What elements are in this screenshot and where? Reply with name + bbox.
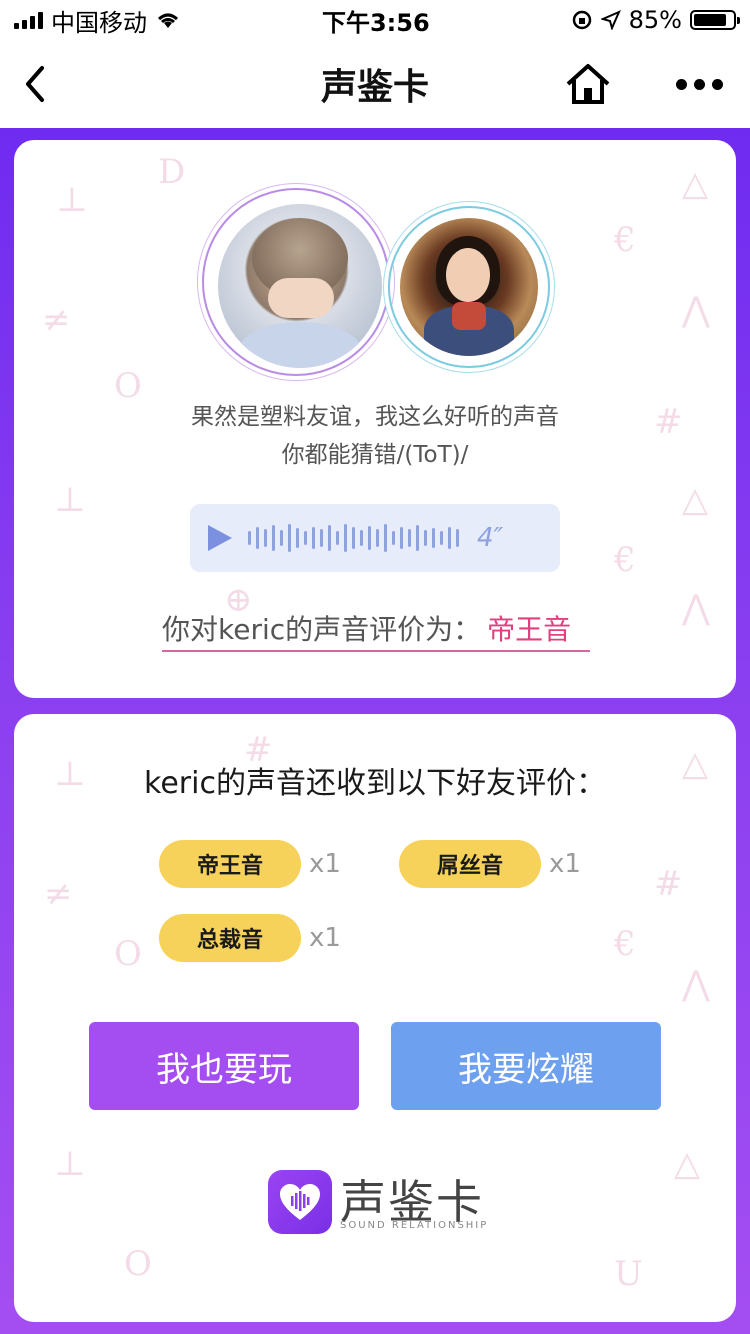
status-bar: 中国移动 下午3:56 85% [0,0,750,40]
tag-count: x1 [549,849,581,879]
tag-count: x1 [309,923,341,953]
tag-count: x1 [309,849,341,879]
evaluation-result: 帝王音 [487,613,572,646]
watermark-glyph: € [614,220,636,260]
watermark-glyph: ⋀ [682,964,710,1004]
more-icon[interactable] [676,72,726,96]
watermark-glyph: D [158,152,186,192]
watermark-glyph: ⋀ [682,588,710,628]
tag-badge: 总裁音 [159,914,301,962]
waveform-icon [248,518,459,558]
watermark-glyph: △ [682,164,709,204]
watermark-glyph: O [124,1244,152,1284]
tag-badge: 帝王音 [159,840,301,888]
message-line-1: 果然是塑料友谊，我这么好听的声音 [191,404,559,430]
wifi-icon [158,13,178,28]
watermark-glyph: △ [674,1144,701,1184]
watermark-glyph: ⊥ [54,480,86,520]
battery-percent: 85% [628,6,682,34]
location-icon [600,10,621,30]
page-title: 声鉴卡 [320,67,429,108]
evaluation-prefix: 你对keric的声音评价为： [162,613,482,646]
orientation-lock-icon [572,10,591,30]
evaluation-line: 你对keric的声音评价为： 帝王音 [162,606,590,652]
watermark-glyph: O [114,934,142,974]
voice-duration: 4″ [477,523,504,553]
voice-card: ⊥ D △ € ⋀ ≠ O # ⊥ △ ⊕ € ⋀ 果然是塑料友谊，我这么好听的… [14,140,736,698]
status-left: 中国移动 [14,3,181,38]
watermark-glyph: ⊥ [56,180,88,220]
logo-subtitle: SOUND RELATIONSHIP [340,1220,489,1231]
carrier-label: 中国移动 [51,8,147,37]
signal-icon [14,11,43,29]
watermark-glyph: △ [682,480,709,520]
play-too-button[interactable]: 我也要玩 [89,1022,359,1110]
watermark-glyph: ⊥ [54,1144,86,1184]
home-icon[interactable] [564,62,612,106]
avatar [400,218,538,356]
avatar [218,204,382,368]
tag-badge: 屌丝音 [399,840,541,888]
watermark-glyph: ⋀ [682,290,710,330]
watermark-glyph: U [614,1254,643,1294]
voice-player[interactable]: 4″ [190,504,560,572]
status-time: 下午3:56 [321,8,430,37]
app-logo-icon [268,1170,332,1234]
watermark-glyph: € [614,924,636,964]
status-right: 85% [571,6,740,34]
show-off-button[interactable]: 我要炫耀 [391,1022,661,1110]
watermark-glyph: € [614,540,636,580]
watermark-glyph: # [654,864,683,904]
watermark-glyph: ≠ [42,300,71,340]
friends-title: keric的声音还收到以下好友评价： [144,766,606,801]
nav-bar: 声鉴卡 [0,40,750,128]
play-icon[interactable] [208,525,232,551]
heart-wave-icon [280,1184,320,1220]
watermark-glyph: ≠ [44,874,73,914]
back-icon[interactable] [18,62,58,106]
battery-icon [689,10,740,30]
friends-card: ⊥ △ # ≠ # O € ⋀ ⊥ △ O U keric的声音还收到以下好友评… [14,714,736,1322]
message-line-2: 你都能猜错/(ToT)/ [281,442,469,468]
